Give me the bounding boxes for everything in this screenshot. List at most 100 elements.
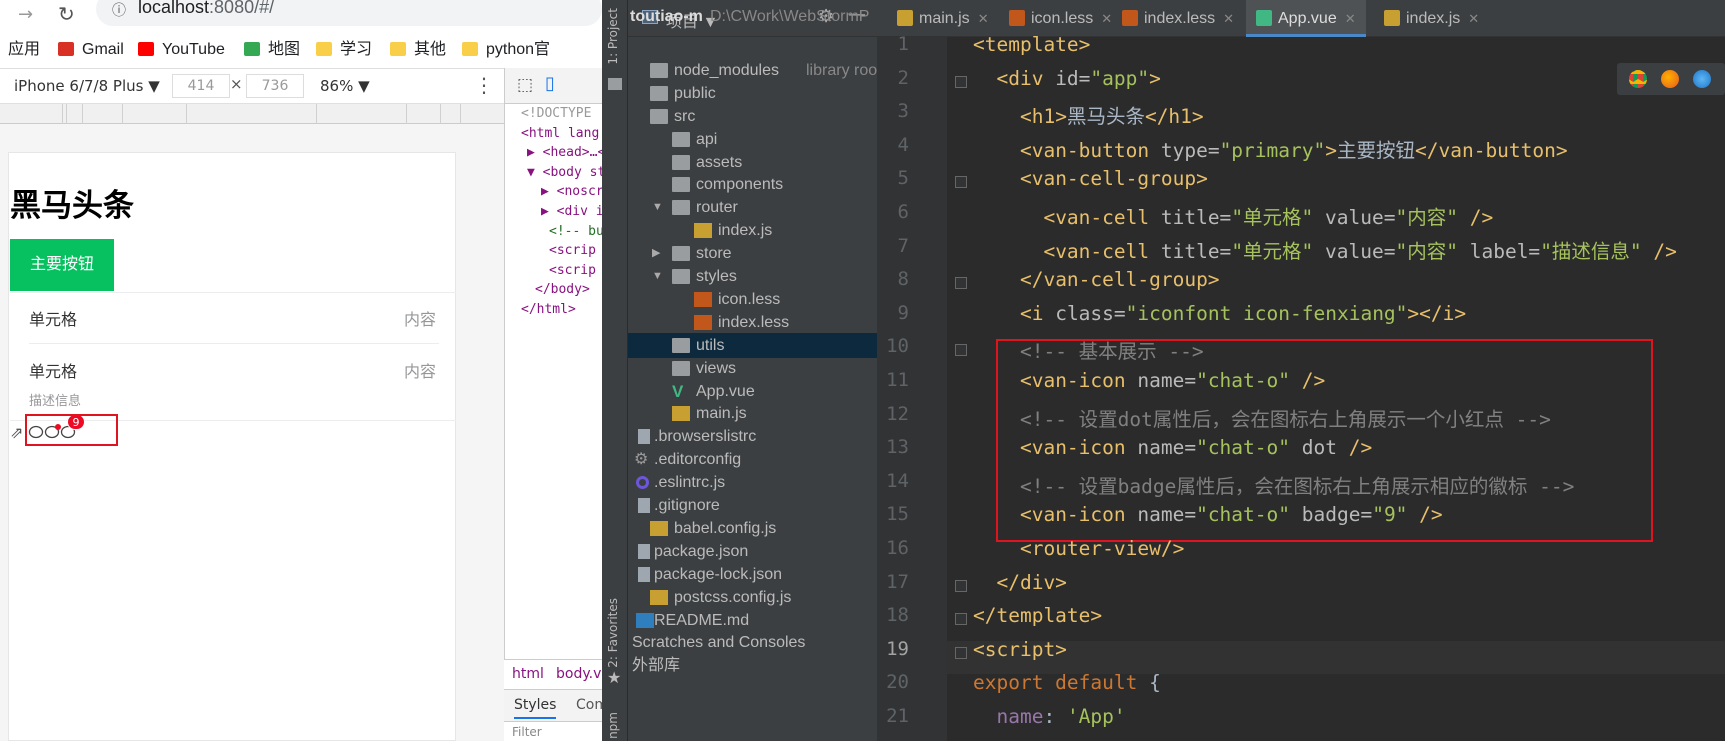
tree-item[interactable]: components xyxy=(628,172,877,197)
close-icon[interactable]: ✕ xyxy=(1223,11,1234,26)
npm-tool-label[interactable]: npm xyxy=(606,712,620,739)
dom-node[interactable]: <scrip xyxy=(549,261,596,281)
safari-icon[interactable] xyxy=(1693,70,1711,88)
favorites-tool-label[interactable]: 2: Favorites xyxy=(606,598,620,668)
code-token: "9" xyxy=(1372,503,1420,527)
fold-marker-icon[interactable] xyxy=(955,75,967,88)
dom-node[interactable]: ▼ <body st xyxy=(527,163,605,183)
tree-item[interactable]: package-lock.json xyxy=(628,562,877,587)
tree-item[interactable]: .browserslistrc xyxy=(628,424,877,449)
fold-marker-icon[interactable] xyxy=(955,579,967,592)
reload-icon[interactable]: ↻ xyxy=(58,2,75,26)
code-token: value= xyxy=(1325,206,1396,229)
fold-marker-icon[interactable] xyxy=(955,646,967,659)
bookmark-6[interactable]: python官 xyxy=(462,34,550,66)
code-token: title= xyxy=(1160,239,1232,263)
dom-node[interactable]: ▶ <head>…< xyxy=(527,143,605,163)
tree-item[interactable]: .eslintrc.js xyxy=(628,470,877,495)
dom-node[interactable]: <!-- bu xyxy=(549,222,604,242)
close-icon[interactable]: ✕ xyxy=(1468,11,1479,26)
tab-1[interactable]: icon.less ✕ xyxy=(999,0,1122,37)
close-icon[interactable]: ✕ xyxy=(1101,11,1112,26)
firefox-icon[interactable] xyxy=(1661,70,1679,88)
line-number: 11 xyxy=(886,369,909,391)
fold-marker-icon[interactable] xyxy=(955,344,967,357)
close-icon[interactable]: ✕ xyxy=(978,11,989,26)
tree-item[interactable]: index.less xyxy=(628,310,877,335)
fold-marker-icon[interactable] xyxy=(955,277,967,290)
tree-item[interactable]: index.js xyxy=(628,218,877,243)
fold-marker-icon[interactable] xyxy=(955,613,967,626)
dom-node[interactable]: <scrip xyxy=(549,241,596,261)
bookmark-0[interactable]: 应用 xyxy=(8,34,40,66)
bookmark-label: 应用 xyxy=(8,41,41,58)
crumb-html[interactable]: html xyxy=(512,666,544,682)
tree-item[interactable]: package.json xyxy=(628,539,877,564)
primary-button[interactable]: 主要按钮 xyxy=(10,239,114,291)
bookmark-5[interactable]: 其他 xyxy=(390,34,446,66)
project-tool-label[interactable]: 1: Project xyxy=(606,8,620,65)
tab-label: App.vue xyxy=(1278,10,1337,27)
chrome-icon[interactable] xyxy=(1629,70,1647,88)
tree-item[interactable]: Scratches and Consoles xyxy=(628,630,877,655)
fold-marker-icon[interactable] xyxy=(955,176,967,189)
tab-styles[interactable]: Styles xyxy=(514,697,557,719)
code-token: dot xyxy=(1301,436,1349,460)
tab-0[interactable]: main.js ✕ xyxy=(887,0,999,37)
bookmark-4[interactable]: 学习 xyxy=(316,34,372,66)
tree-item[interactable]: ▼ styles xyxy=(628,264,877,289)
chevron-icon[interactable]: ▼ xyxy=(652,264,663,289)
tab-label: icon.less xyxy=(1031,10,1094,27)
bookmark-label: Gmail xyxy=(82,41,124,58)
height-input[interactable]: 736 xyxy=(246,74,304,98)
dom-node[interactable]: <!DOCTYPE xyxy=(521,104,591,124)
tree-item[interactable]: ▶ store xyxy=(628,241,877,266)
tree-item[interactable]: utils xyxy=(628,332,877,358)
dom-node[interactable]: ▶ <div i xyxy=(541,202,604,222)
tree-item[interactable]: toutiao-m D:\CWork\WebStormP xyxy=(628,4,877,29)
tree-item[interactable]: 外部库 xyxy=(628,653,877,678)
url-text[interactable]: localhost:8080/#/ xyxy=(138,0,274,18)
tree-item[interactable]: icon.less xyxy=(628,287,877,312)
dom-node[interactable]: ▶ <noscri xyxy=(541,182,611,202)
tree-item[interactable]: babel.config.js xyxy=(628,516,877,541)
tree-item[interactable]: postcss.config.js xyxy=(628,585,877,610)
tree-item[interactable]: src xyxy=(628,104,877,129)
device-toggle-icon[interactable]: ▯ xyxy=(545,73,555,94)
cell-title: 单元格 xyxy=(29,362,78,381)
tree-label: api xyxy=(696,130,718,148)
device-select[interactable]: iPhone 6/7/8 Plus ▼ xyxy=(14,77,160,95)
dom-node[interactable]: </html> xyxy=(521,300,576,320)
back-arrow-icon[interactable]: → xyxy=(18,4,33,25)
tree-item[interactable]: .gitignore xyxy=(628,493,877,518)
styles-filter[interactable]: Filter xyxy=(504,721,602,741)
tree-item[interactable]: api xyxy=(628,127,877,152)
zoom-select[interactable]: 86% ▼ xyxy=(320,77,370,95)
bookmark-2[interactable]: YouTube xyxy=(138,34,225,66)
tree-item[interactable]: ⚙ .editorconfig xyxy=(628,447,877,472)
chevron-icon[interactable]: ▶ xyxy=(652,241,660,266)
tree-item[interactable]: README.md xyxy=(628,608,877,633)
info-icon[interactable]: ⓘ xyxy=(112,0,126,20)
dom-node[interactable]: <html lang xyxy=(521,124,599,144)
tree-item[interactable]: main.js xyxy=(628,401,877,426)
tree-item[interactable]: assets xyxy=(628,150,877,175)
bookmark-label: YouTube xyxy=(162,41,225,58)
chevron-icon[interactable]: ▼ xyxy=(652,195,663,220)
tab-4[interactable]: index.js ✕ xyxy=(1374,0,1489,37)
width-input[interactable]: 414 xyxy=(172,74,230,98)
bookmark-3[interactable]: 地图 xyxy=(244,34,300,66)
tree-item[interactable]: node_modules library root xyxy=(628,58,882,83)
close-icon[interactable]: ✕ xyxy=(1345,11,1356,26)
dom-node[interactable]: </body> xyxy=(535,280,590,300)
tab-2[interactable]: index.less ✕ xyxy=(1112,0,1244,37)
bookmark-1[interactable]: Gmail xyxy=(58,34,124,66)
tree-item[interactable]: V App.vue xyxy=(628,379,877,404)
tree-item[interactable]: public xyxy=(628,81,877,106)
tab-3[interactable]: App.vue ✕ xyxy=(1246,0,1366,37)
crumb-body[interactable]: body.v xyxy=(556,666,601,682)
more-vert-icon[interactable]: ⋮ xyxy=(474,73,494,97)
inspect-icon[interactable]: ⬚ xyxy=(517,75,533,95)
tree-item[interactable]: views xyxy=(628,356,877,381)
tree-item[interactable]: ▼ router xyxy=(628,195,877,220)
